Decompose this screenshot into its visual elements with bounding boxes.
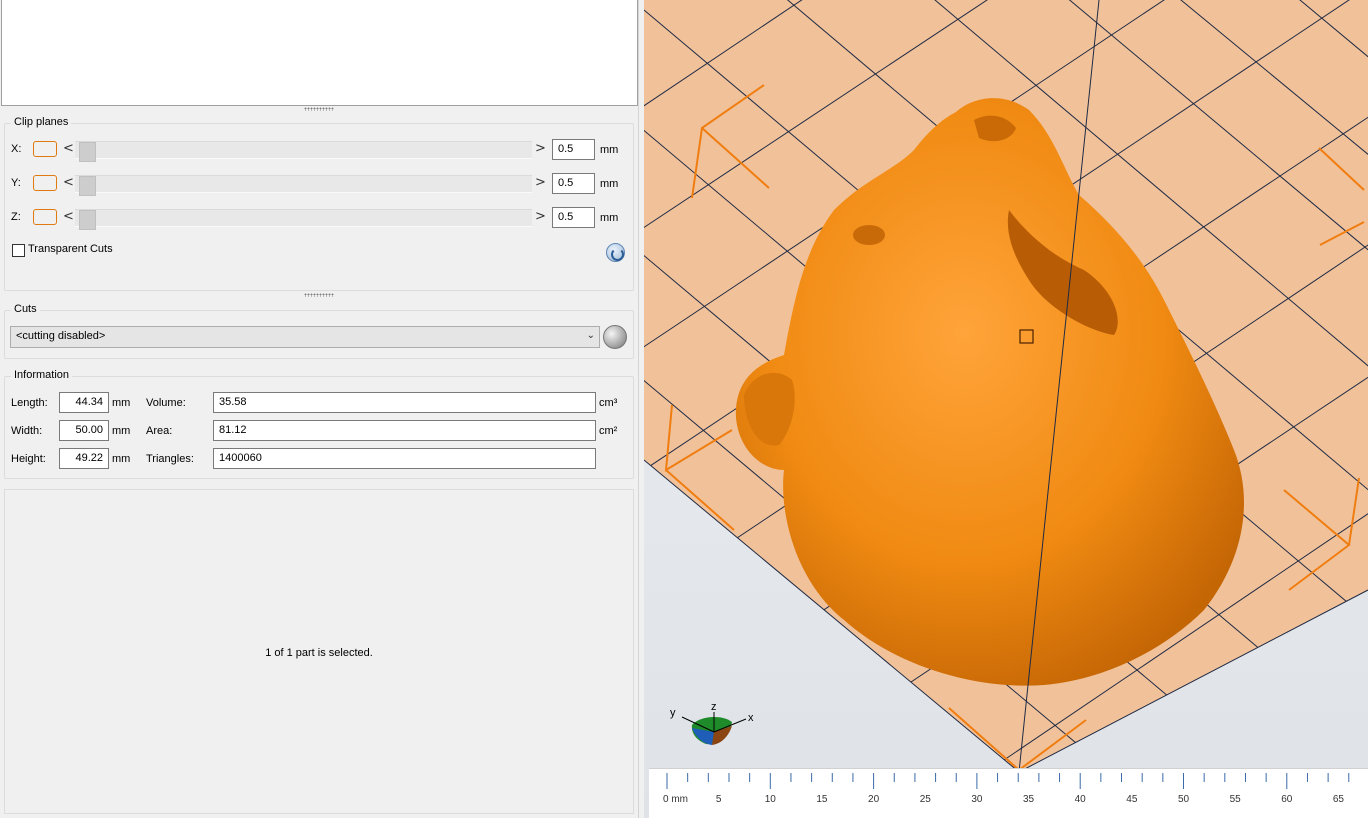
gizmo-x-label: x	[748, 712, 754, 724]
clip-z-value-input[interactable]: 0.5	[552, 207, 595, 228]
ruler-label: 30	[971, 794, 983, 805]
cuts-group: Cuts <cutting disabled> ⌄	[4, 303, 634, 359]
clip-planes-title: Clip planes	[11, 116, 72, 128]
length-unit: mm	[112, 397, 131, 409]
clip-x-unit: mm	[600, 144, 619, 156]
length-field: 44.34	[59, 392, 109, 413]
ruler-label: 25	[920, 794, 932, 805]
clip-color-y-button[interactable]	[33, 175, 57, 191]
clip-y-value-input[interactable]: 0.5	[552, 173, 595, 194]
gizmo-z-label: z	[711, 701, 717, 713]
clip-axis-label-y: Y:	[11, 177, 21, 189]
cuts-dropdown-value: <cutting disabled>	[16, 330, 106, 342]
clip-row-x: X: < > 0.5 mm	[5, 138, 625, 162]
triangles-label: Triangles:	[146, 453, 194, 465]
triangles-field: 1400060	[213, 448, 596, 469]
clip-y-decrease-icon[interactable]: <	[63, 174, 74, 192]
clip-color-x-button[interactable]	[33, 141, 57, 157]
ruler-label: 35	[1023, 794, 1035, 805]
clip-axis-label-x: X:	[11, 143, 22, 155]
clip-z-slider-thumb[interactable]	[79, 210, 96, 230]
object-list-area[interactable]	[1, 0, 638, 106]
length-label: Length:	[11, 397, 48, 409]
height-unit: mm	[112, 453, 131, 465]
bear-eye	[853, 225, 885, 245]
ruler-label: 50	[1178, 794, 1190, 805]
cuts-dropdown[interactable]: <cutting disabled> ⌄	[10, 326, 600, 348]
clip-z-decrease-icon[interactable]: <	[63, 208, 74, 226]
ruler-label: 5	[716, 794, 722, 805]
clip-z-unit: mm	[600, 212, 619, 224]
clip-x-slider[interactable]	[75, 141, 532, 162]
clip-planes-group: Clip planes X: < > 0.5 mm Y: < > 0.5 mm …	[4, 116, 634, 291]
height-label: Height:	[11, 453, 46, 465]
ruler-label: 60	[1281, 794, 1293, 805]
clip-y-unit: mm	[600, 178, 619, 190]
viewport-canvas[interactable]: z y x	[644, 0, 1368, 818]
transparent-cuts-label: Transparent Cuts	[28, 243, 113, 255]
clip-z-increase-icon[interactable]: >	[535, 208, 546, 226]
ruler-scale: 0 mm 5 10 15 20 25 30 35 40 45 50 55 60 65	[663, 773, 1350, 805]
height-field: 49.22	[59, 448, 109, 469]
area-label: Area:	[146, 425, 173, 437]
side-panel: Clip planes X: < > 0.5 mm Y: < > 0.5 mm …	[0, 0, 642, 818]
clip-y-slider-thumb[interactable]	[79, 176, 96, 196]
3d-viewport[interactable]: z y x	[644, 0, 1368, 818]
splitter-grip-top[interactable]	[304, 107, 334, 111]
ruler-label: 20	[868, 794, 880, 805]
width-unit: mm	[112, 425, 131, 437]
cuts-title: Cuts	[11, 303, 40, 315]
information-title: Information	[11, 369, 73, 381]
clip-x-slider-thumb[interactable]	[79, 142, 96, 162]
clip-x-decrease-icon[interactable]: <	[63, 140, 74, 158]
width-field: 50.00	[59, 420, 109, 441]
reset-clip-icon[interactable]	[606, 243, 625, 262]
clip-x-increase-icon[interactable]: >	[535, 140, 546, 158]
ruler-label: 65	[1333, 794, 1345, 805]
ruler-label: 15	[816, 794, 828, 805]
area-unit: cm²	[599, 425, 618, 437]
ruler: 0 mm 5 10 15 20 25 30 35 40 45 50 55 60 65	[649, 768, 1368, 818]
axis-gizmo[interactable]: z y x	[670, 701, 754, 745]
volume-field: 35.58	[213, 392, 596, 413]
ruler-label: 40	[1075, 794, 1087, 805]
cut-sphere-icon[interactable]	[603, 325, 627, 349]
clip-axis-label-z: Z:	[11, 211, 21, 223]
splitter-grip-middle[interactable]	[304, 293, 334, 297]
ruler-label: 10	[765, 794, 777, 805]
clip-y-slider[interactable]	[75, 175, 532, 196]
volume-unit: cm³	[599, 397, 618, 409]
clip-y-increase-icon[interactable]: >	[535, 174, 546, 192]
clip-row-z: Z: < > 0.5 mm	[5, 206, 625, 230]
clip-row-y: Y: < > 0.5 mm	[5, 172, 625, 196]
transparent-cuts-checkbox[interactable]	[12, 244, 25, 257]
volume-label: Volume:	[146, 397, 186, 409]
clip-z-slider[interactable]	[75, 209, 532, 230]
gizmo-y-label: y	[670, 707, 676, 719]
selection-status: 1 of 1 part is selected.	[265, 647, 373, 659]
clip-x-value-input[interactable]: 0.5	[552, 139, 595, 160]
width-label: Width:	[11, 425, 43, 437]
selection-panel: 1 of 1 part is selected.	[4, 489, 634, 814]
ruler-label: 0 mm	[663, 794, 688, 805]
clip-color-z-button[interactable]	[33, 209, 57, 225]
chevron-down-icon: ⌄	[586, 330, 595, 341]
ruler-label: 55	[1230, 794, 1242, 805]
area-field: 81.12	[213, 420, 596, 441]
ruler-label: 45	[1126, 794, 1138, 805]
information-group: Information Length: 44.34 mm Width: 50.0…	[4, 369, 634, 479]
